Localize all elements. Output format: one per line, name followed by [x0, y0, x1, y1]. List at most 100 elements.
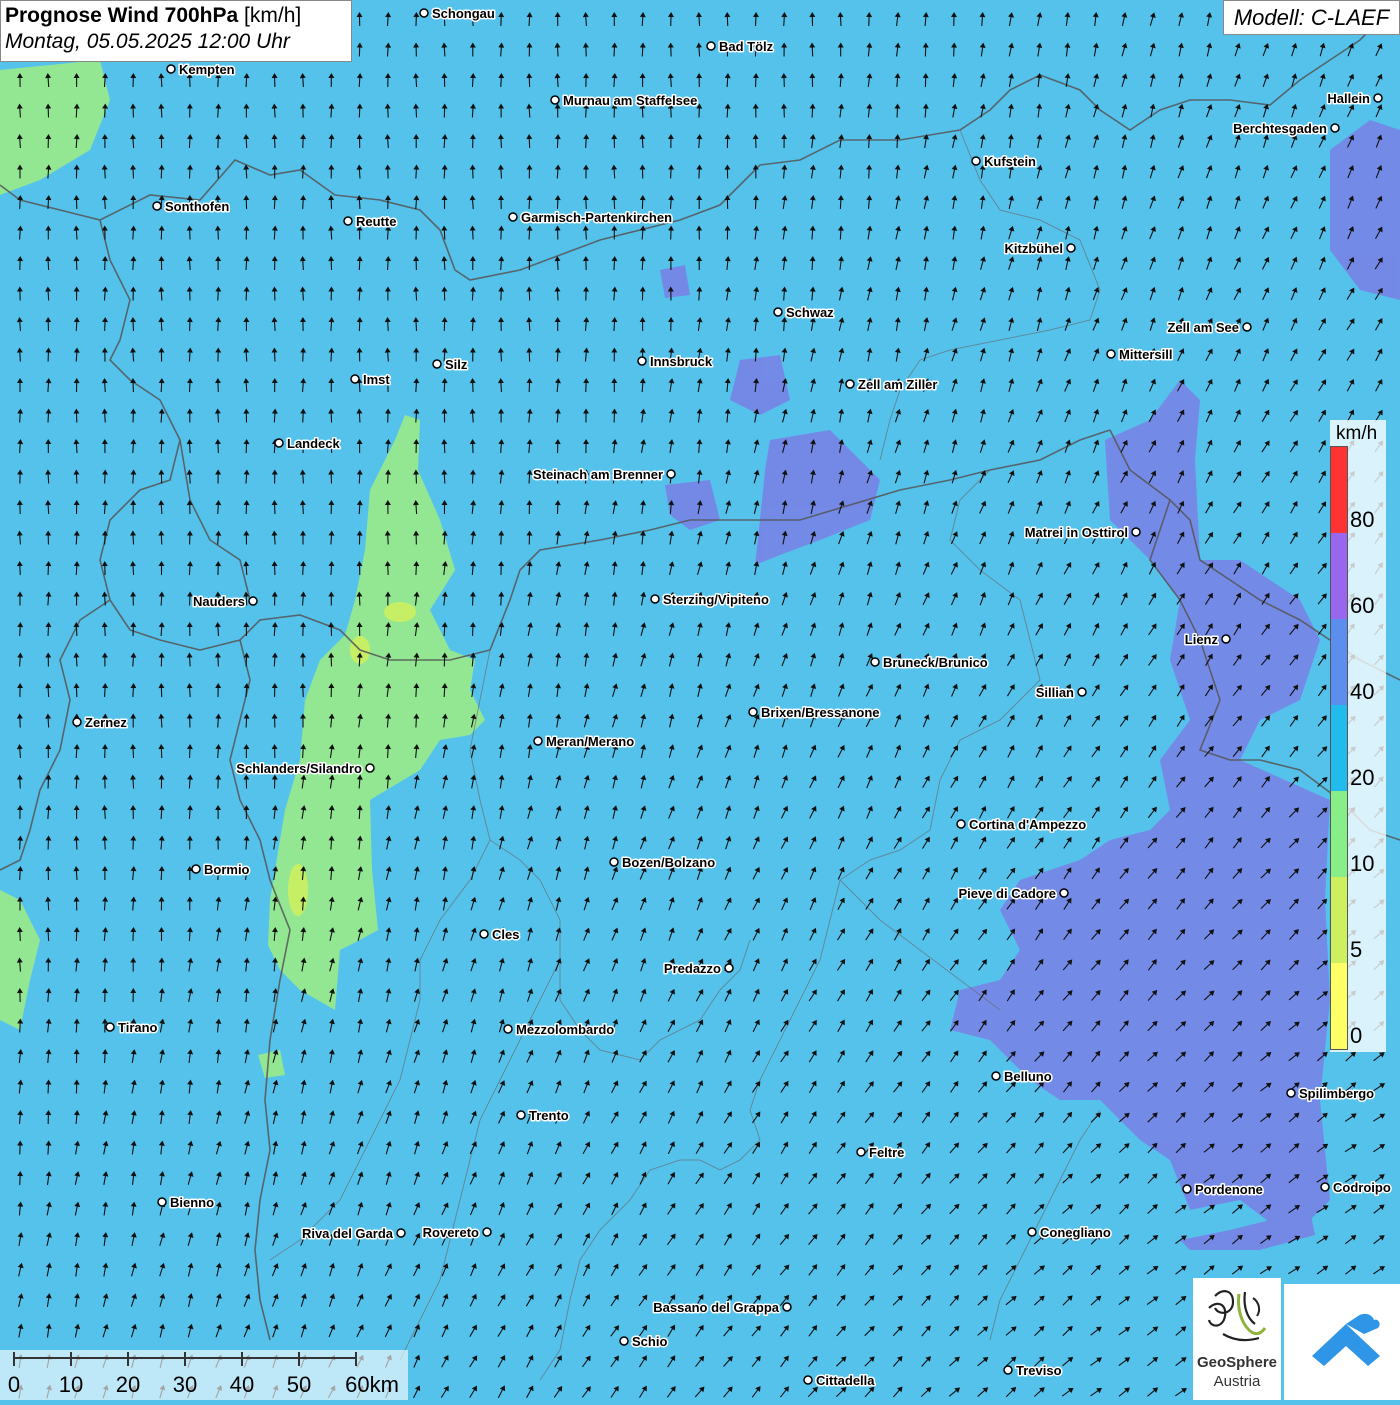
- city-dot: [1331, 124, 1339, 132]
- city-label: Matrei in Osttirol: [1025, 525, 1128, 540]
- scale-bar: 0102030405060km: [0, 1350, 408, 1400]
- city-marker[interactable]: Pieve di Cadore: [958, 886, 1068, 901]
- legend-label: 0: [1350, 1023, 1362, 1049]
- city-label: Schlanders/Silandro: [236, 761, 362, 776]
- title-box: Prognose Wind 700hPa [km/h] Montag, 05.0…: [0, 0, 352, 62]
- city-label: Innsbruck: [650, 354, 713, 369]
- city-label: Hallein: [1327, 91, 1370, 106]
- city-marker[interactable]: Meran/Merano: [534, 734, 634, 749]
- city-label: Mittersill: [1119, 347, 1172, 362]
- city-marker[interactable]: Schongau: [420, 6, 495, 21]
- city-marker[interactable]: Cortina d'Ampezzo: [957, 817, 1086, 832]
- city-label: Sillian: [1036, 685, 1074, 700]
- geosphere-name: GeoSphere: [1193, 1354, 1281, 1371]
- city-marker[interactable]: Bozen/Bolzano: [610, 855, 715, 870]
- city-label: Feltre: [869, 1145, 904, 1160]
- city-label: Lienz: [1185, 632, 1219, 647]
- city-dot: [351, 375, 359, 383]
- city-marker[interactable]: Garmisch-Partenkirchen: [509, 210, 672, 225]
- city-label: Steinach am Brenner: [533, 467, 663, 482]
- city-marker[interactable]: Brixen/Bressanone: [749, 705, 880, 720]
- geosphere-logo[interactable]: GeoSphere Austria: [1193, 1278, 1281, 1400]
- city-dot: [366, 764, 374, 772]
- city-dot: [1028, 1228, 1036, 1236]
- scale-label: 0: [8, 1372, 20, 1398]
- city-marker[interactable]: Zell am Ziller: [846, 377, 937, 392]
- city-dot: [749, 708, 757, 716]
- legend-color-bar: [1330, 446, 1348, 1050]
- city-label: Pieve di Cadore: [958, 886, 1056, 901]
- city-marker[interactable]: Zell am See: [1167, 320, 1251, 335]
- city-label: Codroipo: [1333, 1180, 1391, 1195]
- map-title-unit: [km/h]: [244, 4, 301, 27]
- legend-label: 60: [1350, 593, 1374, 619]
- city-dot: [153, 202, 161, 210]
- city-dot: [106, 1023, 114, 1031]
- legend-label: 40: [1350, 679, 1374, 705]
- city-label: Belluno: [1004, 1069, 1052, 1084]
- city-dot: [420, 9, 428, 17]
- city-dot: [509, 213, 517, 221]
- city-label: Kitzbühel: [1005, 241, 1064, 256]
- city-marker[interactable]: Berchtesgaden: [1233, 121, 1339, 136]
- city-label: Bassano del Grappa: [653, 1300, 779, 1315]
- warn-app-icon[interactable]: [1284, 1284, 1400, 1400]
- city-label: Bruneck/Brunico: [883, 655, 988, 670]
- city-dot: [517, 1111, 525, 1119]
- geosphere-logo-icon: [1193, 1278, 1281, 1354]
- city-dot: [610, 858, 618, 866]
- city-marker[interactable]: Conegliano: [1028, 1225, 1111, 1240]
- city-dot: [551, 96, 559, 104]
- city-label: Landeck: [287, 436, 341, 451]
- city-dot: [972, 157, 980, 165]
- geosphere-country: Austria: [1193, 1373, 1281, 1390]
- legend-swatch: [1331, 791, 1347, 877]
- legend-swatch: [1331, 447, 1347, 533]
- city-label: Zell am See: [1167, 320, 1239, 335]
- city-marker[interactable]: Riva del Garda: [302, 1226, 405, 1241]
- city-dot: [774, 308, 782, 316]
- city-dot: [158, 1198, 166, 1206]
- legend-swatch: [1331, 705, 1347, 791]
- city-dot: [707, 42, 715, 50]
- city-label: Pordenone: [1195, 1182, 1263, 1197]
- city-marker[interactable]: Schlanders/Silandro: [236, 761, 374, 776]
- city-label: Silz: [445, 357, 468, 372]
- city-dot: [846, 380, 854, 388]
- city-label: Spilimbergo: [1299, 1086, 1374, 1101]
- city-dot: [192, 865, 200, 873]
- city-dot: [249, 597, 257, 605]
- city-marker[interactable]: Pordenone: [1183, 1182, 1263, 1197]
- city-marker[interactable]: Innsbruck: [638, 354, 713, 369]
- city-label: Murnau am Staffelsee: [563, 93, 697, 108]
- city-dot: [1107, 350, 1115, 358]
- city-marker[interactable]: Bruneck/Brunico: [871, 655, 988, 670]
- legend-swatch: [1331, 877, 1347, 963]
- city-marker[interactable]: Mezzolombardo: [504, 1022, 614, 1037]
- city-marker[interactable]: Sterzing/Vipiteno: [651, 592, 769, 607]
- city-dot: [397, 1229, 405, 1237]
- city-label: Zell am Ziller: [858, 377, 937, 392]
- wind-map[interactable]: SchongauBad TölzKemptenMurnau am Staffel…: [0, 0, 1400, 1400]
- city-label: Rovereto: [423, 1225, 479, 1240]
- city-label: Kempten: [179, 62, 235, 77]
- city-label: Reutte: [356, 214, 396, 229]
- city-dot: [483, 1228, 491, 1236]
- city-label: Sonthofen: [165, 199, 229, 214]
- city-marker[interactable]: Murnau am Staffelsee: [551, 93, 697, 108]
- scale-label: 30: [173, 1372, 197, 1398]
- city-label: Berchtesgaden: [1233, 121, 1327, 136]
- city-dot: [871, 658, 879, 666]
- model-label: Modell: C-LAEF: [1223, 0, 1400, 35]
- city-marker[interactable]: Sonthofen: [153, 199, 229, 214]
- city-marker[interactable]: Bassano del Grappa: [653, 1300, 791, 1315]
- legend-label: 10: [1350, 851, 1374, 877]
- city-label: Cles: [492, 927, 519, 942]
- city-label: Bormio: [204, 862, 250, 877]
- city-label: Predazzo: [664, 961, 721, 976]
- city-dot: [1222, 635, 1230, 643]
- city-dot: [992, 1072, 1000, 1080]
- city-marker[interactable]: Steinach am Brenner: [533, 467, 675, 482]
- city-marker[interactable]: Spilimbergo: [1287, 1086, 1374, 1101]
- city-marker[interactable]: Matrei in Osttirol: [1025, 525, 1140, 540]
